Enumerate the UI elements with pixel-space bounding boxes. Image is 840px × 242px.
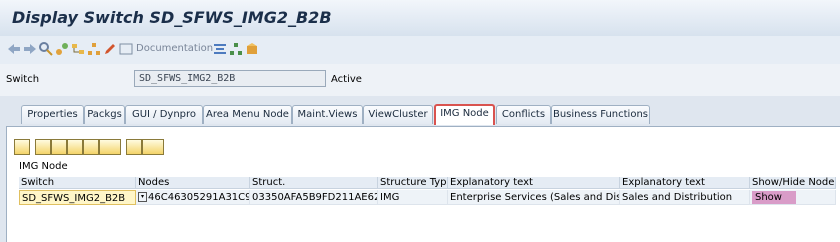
display-frame-icon[interactable] — [118, 41, 134, 57]
tab-packages[interactable]: Packgs — [84, 105, 125, 124]
back-arrow-icon[interactable] — [6, 41, 22, 57]
details-icon[interactable] — [14, 139, 30, 155]
table-cell-structure-type[interactable]: IMG — [378, 190, 448, 205]
organization-icon[interactable] — [228, 41, 244, 57]
title-bar: Display Switch SD_SFWS_IMG2_B2B — [0, 0, 840, 37]
objects-icon[interactable] — [54, 41, 70, 57]
tab-conflicts[interactable]: Conflicts — [496, 105, 551, 124]
switch-field-row: Switch SD_SFWS_IMG2_B2B Active — [0, 64, 840, 96]
tab-maint-views[interactable]: Maint.Views — [292, 105, 363, 124]
tab-properties[interactable]: Properties — [21, 105, 84, 124]
show-hide-value: Show — [752, 191, 796, 204]
tab-strip: Properties Packgs GUI / Dynpro Area Menu… — [0, 96, 840, 126]
print-icon[interactable] — [126, 139, 142, 155]
sort-descending-icon[interactable] — [51, 139, 67, 155]
table-cell-struct[interactable]: 03350AFA5B9FD211AE62 — [250, 190, 378, 205]
where-used-icon[interactable] — [38, 41, 54, 57]
export-icon[interactable] — [142, 139, 164, 155]
find-icon[interactable] — [67, 139, 83, 155]
img-node-panel: IMG Node Switch Nodes Struct. Structure … — [6, 126, 840, 242]
forward-arrow-icon[interactable] — [22, 41, 38, 57]
column-header-nodes[interactable]: Nodes — [136, 177, 250, 189]
window-title: Display Switch SD_SFWS_IMG2_B2B — [12, 8, 332, 27]
switch-input[interactable]: SD_SFWS_IMG2_B2B — [134, 70, 326, 87]
switch-status: Active — [331, 74, 362, 85]
switch-label: Switch — [6, 74, 40, 85]
table-cell-nodes[interactable]: ▾46C46305291A31C9E1 — [136, 190, 250, 205]
pencil-icon[interactable] — [102, 41, 118, 57]
table-cell-show-hide[interactable]: Show — [750, 190, 836, 205]
column-header-structure-type[interactable]: Structure Type — [378, 177, 448, 189]
column-header-switch[interactable]: Switch — [19, 177, 136, 189]
filter-icon[interactable] — [99, 139, 121, 155]
hierarchy-icon[interactable] — [70, 41, 86, 57]
table-cell-explanatory-text-1[interactable]: Enterprise Services (Sales and Distrib — [448, 190, 620, 205]
align-icon[interactable] — [212, 41, 228, 57]
value-help-icon[interactable]: ▾ — [138, 192, 147, 202]
tab-business-functions[interactable]: Business Functions — [551, 105, 650, 124]
table-cell-explanatory-text-2[interactable]: Sales and Distribution — [620, 190, 750, 205]
column-header-struct[interactable]: Struct. — [250, 177, 378, 189]
transport-icon[interactable] — [244, 41, 260, 57]
grid-title: IMG Node — [19, 161, 68, 172]
documentation-button[interactable]: Documentation — [136, 43, 213, 54]
column-header-show-hide-node[interactable]: Show/Hide Node — [750, 177, 836, 189]
sort-ascending-icon[interactable] — [35, 139, 51, 155]
table-cell-nodes-text: 46C46305291A31C9E1 — [148, 192, 249, 203]
table-cell-switch[interactable]: SD_SFWS_IMG2_B2B — [19, 190, 136, 205]
application-toolbar: Documentation — [0, 36, 840, 65]
tab-gui-dynpro[interactable]: GUI / Dynpro — [125, 105, 203, 124]
tab-viewcluster[interactable]: ViewCluster — [363, 105, 433, 124]
find-next-icon[interactable] — [83, 139, 99, 155]
tab-img-node[interactable]: IMG Node — [434, 104, 495, 125]
tab-area-menu-node[interactable]: Area Menu Node — [203, 105, 292, 124]
network-icon[interactable] — [86, 41, 102, 57]
column-header-explanatory-text-2[interactable]: Explanatory text — [620, 177, 750, 189]
column-header-explanatory-text-1[interactable]: Explanatory text — [448, 177, 620, 189]
